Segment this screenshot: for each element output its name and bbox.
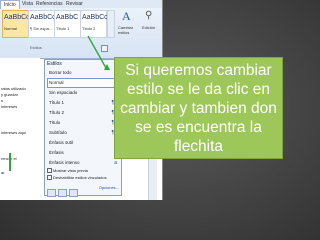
green-marker [9,153,11,171]
callout-box: Si queremos cambiar estilo se le da clic… [114,57,283,159]
arrow-line [87,35,107,69]
callout-text: Si queremos cambiar estilo se le da clic… [120,61,277,155]
